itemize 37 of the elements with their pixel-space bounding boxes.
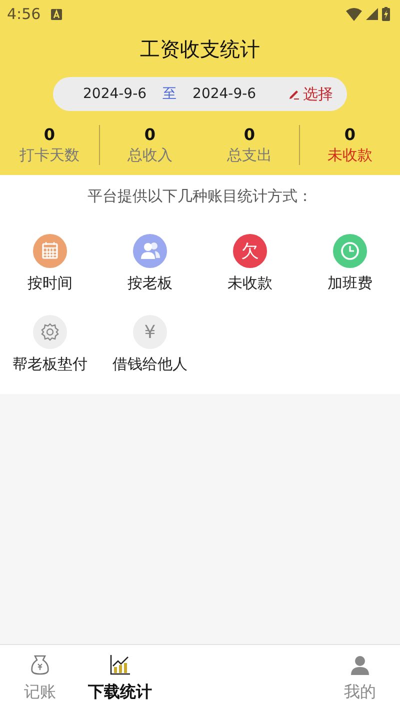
method-label[interactable]: 按时间 xyxy=(28,274,72,293)
stat-value: 0 xyxy=(44,125,56,144)
method-label[interactable]: 按老板 xyxy=(128,274,172,293)
tab-item[interactable]: 下载统计 xyxy=(80,645,160,711)
page-title: 工资收支统计 xyxy=(139,36,261,63)
end-date[interactable]: 2024-9-6 xyxy=(192,86,256,102)
stat-label: 总支出 xyxy=(227,146,272,165)
method-label[interactable]: 未收款 xyxy=(228,274,272,293)
battery-icon xyxy=(382,7,390,21)
bar-chart-icon xyxy=(109,654,131,676)
range-separator: 至 xyxy=(162,85,177,103)
method-label[interactable]: 帮老板垫付 xyxy=(12,355,88,374)
pencil-icon xyxy=(288,88,300,100)
tab-item[interactable]: 我的 xyxy=(320,645,400,711)
stat-label: 未收款 xyxy=(328,146,372,165)
calendar-icon[interactable] xyxy=(33,234,67,268)
clock-icon[interactable] xyxy=(333,234,367,268)
notification-icon xyxy=(50,8,62,20)
stat-value: 0 xyxy=(144,125,156,144)
method-label[interactable]: 加班费 xyxy=(328,274,372,293)
money-bag-icon xyxy=(29,654,51,676)
stat-label: 打卡天数 xyxy=(20,146,80,165)
stat-value: 0 xyxy=(344,125,356,144)
select-button[interactable]: 选择 xyxy=(288,84,333,104)
stat-label: 总收入 xyxy=(128,146,172,165)
person-icon xyxy=(349,654,371,676)
people-icon[interactable] xyxy=(133,234,167,268)
tab-item[interactable]: 记账 xyxy=(0,645,80,711)
settings-icon[interactable] xyxy=(33,315,67,349)
method-label[interactable]: 借钱给他人 xyxy=(112,355,188,374)
wifi-icon xyxy=(346,8,362,20)
stat-value: 0 xyxy=(244,125,256,144)
status-time: 4:56 xyxy=(7,5,41,23)
start-date[interactable]: 2024-9-6 xyxy=(83,86,147,102)
owe-icon[interactable]: 欠 xyxy=(233,234,267,268)
signal-icon xyxy=(366,8,378,20)
intro-text: 平台提供以下几种账目统计方式： xyxy=(86,187,314,206)
